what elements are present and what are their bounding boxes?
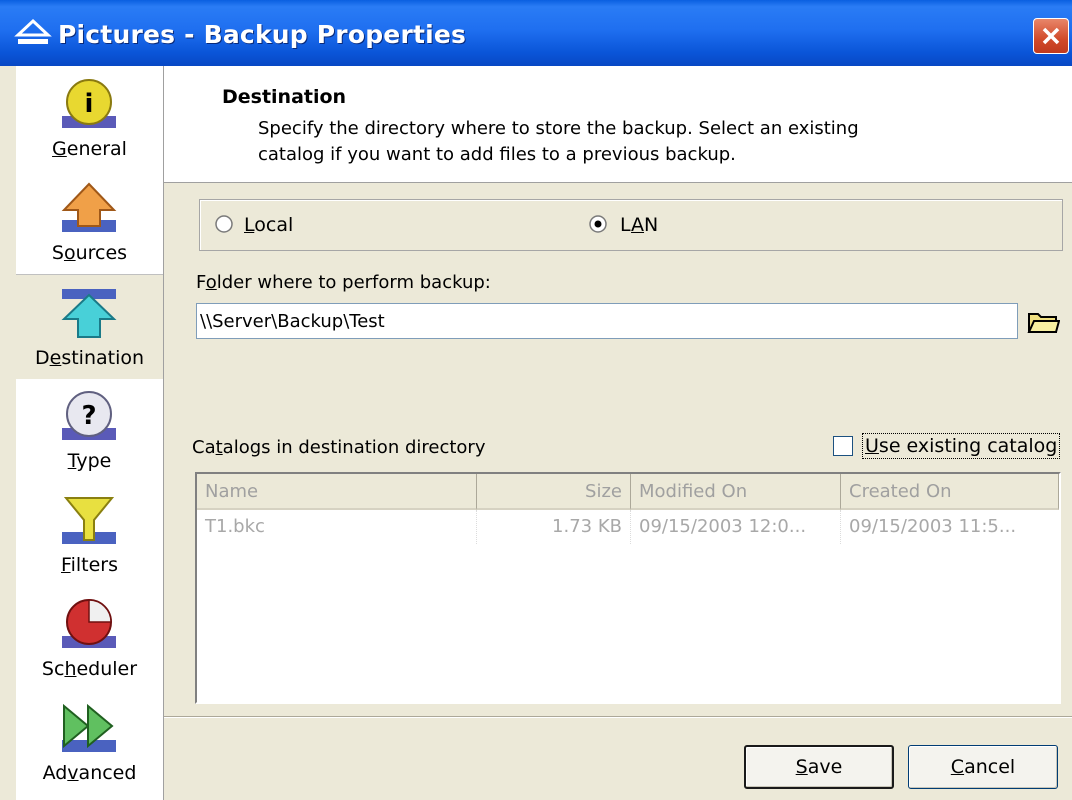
arrow-up-orange-icon — [61, 182, 117, 232]
column-header-size[interactable]: Size — [477, 474, 631, 510]
arrow-up-teal-icon — [61, 289, 117, 338]
local-radio-label[interactable]: Local — [244, 214, 293, 236]
sidebar-item-destination[interactable]: Destination — [16, 274, 163, 380]
footer-divider — [164, 716, 1072, 718]
cell-created: 09/15/2003 11:5... — [849, 516, 1017, 537]
title-bar[interactable]: Pictures - Backup Properties — [0, 0, 1072, 66]
svg-text:?: ? — [81, 401, 96, 431]
save-button[interactable]: Save — [744, 745, 894, 789]
sidebar-item-label: Advanced — [42, 762, 137, 784]
sidebar: i General Sources Destination ? Type Fil… — [16, 66, 164, 800]
page-description: Specify the directory where to store the… — [258, 118, 859, 165]
local-radio[interactable] — [214, 214, 234, 234]
column-header-created[interactable]: Created On — [841, 474, 1059, 510]
catalogs-table: Name Size Modified On Created On T1.bkc … — [195, 472, 1061, 704]
page-header: Destination Specify the directory where … — [164, 66, 1072, 183]
close-icon — [1042, 27, 1060, 45]
cell-name: T1.bkc — [197, 510, 477, 544]
sidebar-item-label: Destination — [34, 347, 145, 369]
use-existing-catalog-checkbox[interactable] — [833, 436, 853, 456]
table-header: Name Size Modified On Created On — [197, 474, 1059, 510]
sidebar-item-advanced[interactable]: Advanced — [16, 690, 163, 794]
sidebar-item-label: Type — [67, 450, 112, 472]
info-icon: i — [62, 79, 116, 128]
eject-icon — [14, 18, 52, 44]
sidebar-item-label: Sources — [51, 242, 128, 264]
cancel-button[interactable]: Cancel — [908, 745, 1058, 789]
browse-folder-icon[interactable] — [1026, 306, 1060, 336]
cell-size: 1.73 KB — [477, 510, 631, 544]
sidebar-item-label: Scheduler — [41, 658, 138, 680]
folder-label: Folder where to perform backup: — [196, 272, 491, 293]
sidebar-item-scheduler[interactable]: Scheduler — [16, 586, 163, 690]
folder-path-input[interactable] — [196, 303, 1018, 339]
pie-clock-icon — [62, 599, 116, 648]
sidebar-item-sources[interactable]: Sources — [16, 170, 163, 274]
lan-radio-label[interactable]: LAN — [620, 214, 658, 236]
window-title: Pictures - Backup Properties — [58, 20, 467, 49]
use-existing-catalog-label[interactable]: Use existing catalog — [861, 433, 1061, 459]
sidebar-item-label: Filters — [61, 554, 118, 576]
backup-properties-window: Pictures - Backup Properties i General S… — [0, 0, 1072, 800]
lan-radio[interactable] — [588, 214, 608, 234]
table-row[interactable]: T1.bkc 1.73 KB 09/15/2003 12:0... 09/15/… — [197, 510, 1059, 544]
close-button[interactable] — [1033, 18, 1069, 54]
funnel-icon — [62, 497, 116, 544]
page-title: Destination — [222, 86, 347, 108]
question-icon: ? — [62, 391, 116, 440]
sidebar-item-type[interactable]: ? Type — [16, 378, 163, 482]
sidebar-item-general[interactable]: i General — [16, 66, 163, 170]
location-radio-group: Local LAN — [199, 199, 1063, 251]
column-header-name[interactable]: Name — [197, 474, 477, 510]
sidebar-item-label: General — [52, 138, 127, 160]
svg-text:i: i — [85, 89, 94, 119]
sidebar-item-filters[interactable]: Filters — [16, 482, 163, 586]
column-header-modified[interactable]: Modified On — [631, 474, 841, 510]
double-arrow-icon — [62, 703, 116, 752]
cell-modified: 09/15/2003 12:0... — [631, 510, 841, 544]
catalogs-label: Catalogs in destination directory — [192, 437, 486, 458]
